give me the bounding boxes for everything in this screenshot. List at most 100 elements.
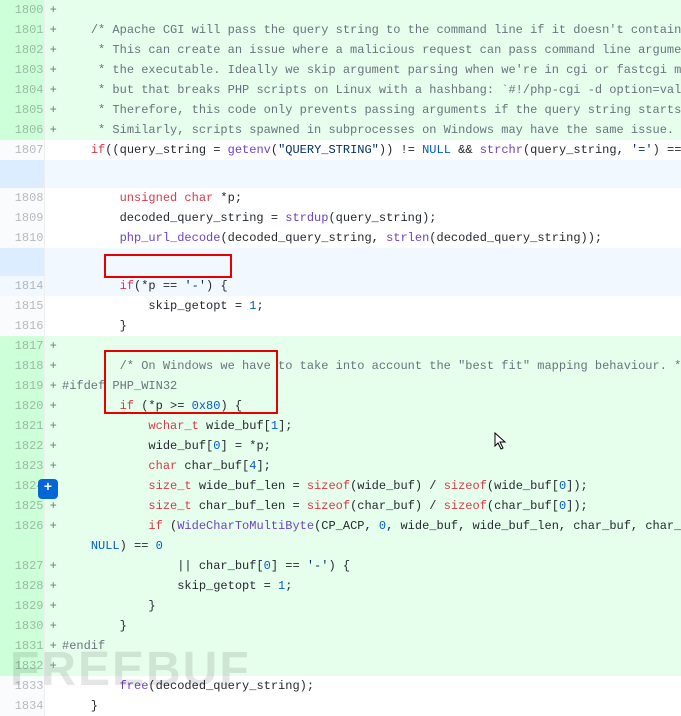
line-number[interactable] <box>0 536 44 556</box>
diff-marker: + <box>44 636 62 656</box>
line-number[interactable]: 1807 <box>0 140 44 160</box>
add-comment-button[interactable]: + <box>38 479 58 499</box>
diff-row: 1816 } <box>0 316 681 336</box>
line-number[interactable]: 1825 <box>0 496 44 516</box>
code-cell[interactable]: wide_buf[0] = *p; <box>62 436 681 456</box>
diff-marker <box>44 140 62 160</box>
diff-row: 1803+ * the executable. Ideally we skip … <box>0 60 681 80</box>
code-cell[interactable]: * the executable. Ideally we skip argume… <box>62 60 681 80</box>
diff-row: 1831+#endif <box>0 636 681 656</box>
diff-row: 1830+ } <box>0 616 681 636</box>
diff-expand-row[interactable] <box>0 248 681 276</box>
line-number[interactable]: 1831 <box>0 636 44 656</box>
code-cell[interactable]: wchar_t wide_buf[1]; <box>62 416 681 436</box>
line-number[interactable]: 1834 <box>0 696 44 716</box>
code-cell[interactable]: size_t char_buf_len = sizeof(char_buf) /… <box>62 496 681 516</box>
code-cell[interactable]: } <box>62 696 681 716</box>
code-cell[interactable]: /* On Windows we have to take into accou… <box>62 356 681 376</box>
diff-row: 1805+ * Therefore, this code only preven… <box>0 100 681 120</box>
line-number[interactable]: 1809 <box>0 208 44 228</box>
diff-row: 1822+ wide_buf[0] = *p; <box>0 436 681 456</box>
code-cell[interactable]: * Therefore, this code only prevents pas… <box>62 100 681 120</box>
code-cell[interactable]: } <box>62 616 681 636</box>
code-cell[interactable]: free(decoded_query_string); <box>62 676 681 696</box>
diff-row: 1814 if(*p == '-') { <box>0 276 681 296</box>
diff-row: 1826+ if (WideCharToMultiByte(CP_ACP, 0,… <box>0 516 681 536</box>
diff-row: 1817+ <box>0 336 681 356</box>
diff-row: 1829+ } <box>0 596 681 616</box>
code-cell[interactable]: * Similarly, scripts spawned in subproce… <box>62 120 681 140</box>
line-number[interactable]: 1810 <box>0 228 44 248</box>
code-cell[interactable]: #ifdef PHP_WIN32 <box>62 376 681 396</box>
code-cell[interactable]: unsigned char *p; <box>62 188 681 208</box>
code-cell[interactable]: * but that breaks PHP scripts on Linux w… <box>62 80 681 100</box>
line-number[interactable]: 1833 <box>0 676 44 696</box>
diff-marker <box>44 676 62 696</box>
code-cell[interactable]: * This can create an issue where a malic… <box>62 40 681 60</box>
line-number[interactable]: 1823 <box>0 456 44 476</box>
code-cell[interactable]: NULL) == 0 <box>62 536 681 556</box>
line-number[interactable]: 1804 <box>0 80 44 100</box>
code-cell[interactable] <box>62 0 681 20</box>
code-cell[interactable]: php_url_decode(decoded_query_string, str… <box>62 228 681 248</box>
diff-row: 1809 decoded_query_string = strdup(query… <box>0 208 681 228</box>
diff-row: 1806+ * Similarly, scripts spawned in su… <box>0 120 681 140</box>
line-number[interactable]: 1815 <box>0 296 44 316</box>
diff-marker: + <box>44 356 62 376</box>
diff-marker <box>44 228 62 248</box>
line-number[interactable]: 1832 <box>0 656 44 676</box>
diff-marker: + <box>44 496 62 516</box>
line-number[interactable]: 1814 <box>0 276 44 296</box>
diff-row: 1825+ size_t char_buf_len = sizeof(char_… <box>0 496 681 516</box>
diff-marker: + <box>44 656 62 676</box>
line-number[interactable]: 1816 <box>0 316 44 336</box>
line-number[interactable]: 1826 <box>0 516 44 536</box>
line-number[interactable]: 1818 <box>0 356 44 376</box>
diff-marker: + <box>44 576 62 596</box>
code-cell[interactable]: } <box>62 316 681 336</box>
line-number[interactable]: 1800 <box>0 0 44 20</box>
line-number[interactable]: 1830 <box>0 616 44 636</box>
code-cell[interactable]: skip_getopt = 1; <box>62 296 681 316</box>
line-number[interactable]: 1801 <box>0 20 44 40</box>
line-number[interactable]: 1820 <box>0 396 44 416</box>
diff-marker: + <box>44 80 62 100</box>
code-cell[interactable]: || char_buf[0] == '-') { <box>62 556 681 576</box>
diff-marker: + <box>44 596 62 616</box>
code-cell[interactable]: char char_buf[4]; <box>62 456 681 476</box>
line-number[interactable]: 1821 <box>0 416 44 436</box>
line-number[interactable]: 1828 <box>0 576 44 596</box>
diff-row: 1802+ * This can create an issue where a… <box>0 40 681 60</box>
code-cell[interactable]: if((query_string = getenv("QUERY_STRING"… <box>62 140 681 160</box>
code-cell[interactable]: decoded_query_string = strdup(query_stri… <box>62 208 681 228</box>
line-number[interactable]: 1808 <box>0 188 44 208</box>
line-number[interactable]: 1829 <box>0 596 44 616</box>
code-cell[interactable] <box>62 336 681 356</box>
line-number[interactable]: 1827 <box>0 556 44 576</box>
line-number[interactable]: 1802 <box>0 40 44 60</box>
code-cell[interactable]: size_t wide_buf_len = sizeof(wide_buf) /… <box>62 476 681 496</box>
diff-row: 1828+ skip_getopt = 1; <box>0 576 681 596</box>
code-cell[interactable]: if (*p >= 0x80) { <box>62 396 681 416</box>
code-cell[interactable]: skip_getopt = 1; <box>62 576 681 596</box>
line-number[interactable]: 1822 <box>0 436 44 456</box>
code-cell[interactable]: if(*p == '-') { <box>62 276 681 296</box>
diff-marker: + <box>44 616 62 636</box>
line-number[interactable]: 1819 <box>0 376 44 396</box>
line-number[interactable]: 1806 <box>0 120 44 140</box>
diff-table: 1800+1801+ /* Apache CGI will pass the q… <box>0 0 681 716</box>
code-cell[interactable]: if (WideCharToMultiByte(CP_ACP, 0, wide_… <box>62 516 681 536</box>
code-cell[interactable] <box>62 656 681 676</box>
code-cell[interactable]: #endif <box>62 636 681 656</box>
code-cell[interactable]: } <box>62 596 681 616</box>
line-number[interactable]: 1803 <box>0 60 44 80</box>
diff-row: 1800+ <box>0 0 681 20</box>
diff-row: 1819+#ifdef PHP_WIN32 <box>0 376 681 396</box>
diff-row: 1824+ size_t wide_buf_len = sizeof(wide_… <box>0 476 681 496</box>
code-cell[interactable]: /* Apache CGI will pass the query string… <box>62 20 681 40</box>
diff-marker: + <box>44 100 62 120</box>
diff-expand-row[interactable] <box>0 160 681 188</box>
line-number[interactable]: 1817 <box>0 336 44 356</box>
diff-marker: + <box>44 336 62 356</box>
line-number[interactable]: 1805 <box>0 100 44 120</box>
